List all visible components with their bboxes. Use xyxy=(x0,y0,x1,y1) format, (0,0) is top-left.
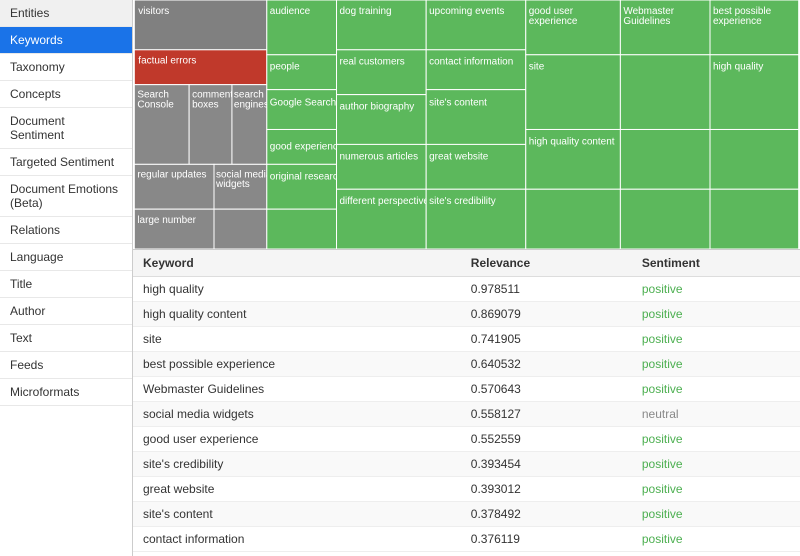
sidebar-item-relations[interactable]: Relations xyxy=(0,217,132,244)
sentiment-cell: positive xyxy=(632,352,800,377)
keyword-cell: Webmaster Guidelines xyxy=(133,377,461,402)
svg-text:site's content: site's content xyxy=(429,98,487,109)
svg-text:good experience: good experience xyxy=(270,141,344,152)
svg-text:Console: Console xyxy=(137,100,174,111)
sentiment-cell: positive xyxy=(632,327,800,352)
svg-text:author biography: author biography xyxy=(340,102,415,113)
table-row: good user experience 0.552559 positive xyxy=(133,427,800,452)
keyword-cell: contact information xyxy=(133,527,461,552)
sentiment-cell: neutral xyxy=(632,402,800,427)
relevance-cell: 0.978511 xyxy=(461,277,632,302)
sentiment-cell: positive xyxy=(632,502,800,527)
keyword-cell: site's content xyxy=(133,502,461,527)
relevance-cell: 0.570643 xyxy=(461,377,632,402)
sentiment-cell: positive xyxy=(632,477,800,502)
sentiment-cell: positive xyxy=(632,277,800,302)
relevance-cell: 0.378492 xyxy=(461,502,632,527)
keyword-cell: high quality content xyxy=(133,302,461,327)
sidebar-item-entities[interactable]: Entities xyxy=(0,0,132,27)
relevance-cell: 0.393454 xyxy=(461,452,632,477)
svg-text:large number: large number xyxy=(137,215,196,226)
sidebar-item-keywords[interactable]: Keywords xyxy=(0,27,132,54)
sidebar-item-feeds[interactable]: Feeds xyxy=(0,352,132,379)
svg-text:boxes: boxes xyxy=(192,100,219,111)
sidebar-item-targeted-sentiment[interactable]: Targeted Sentiment xyxy=(0,149,132,176)
svg-text:high quality: high quality xyxy=(713,62,763,73)
svg-text:audience: audience xyxy=(270,6,311,17)
sidebar-item-title[interactable]: Title xyxy=(0,271,132,298)
table-row: site's content 0.378492 positive xyxy=(133,502,800,527)
table-row: great website 0.393012 positive xyxy=(133,477,800,502)
sentiment-cell: positive xyxy=(632,302,800,327)
svg-text:Google Search: Google Search xyxy=(270,98,336,109)
table-row: high quality content 0.869079 positive xyxy=(133,302,800,327)
svg-text:site's credibility: site's credibility xyxy=(429,196,496,207)
sidebar-item-microformats[interactable]: Microformats xyxy=(0,379,132,406)
relevance-cell: 0.558127 xyxy=(461,402,632,427)
svg-text:experience: experience xyxy=(529,16,578,27)
svg-text:real customers: real customers xyxy=(340,57,405,68)
svg-text:numerous articles: numerous articles xyxy=(340,151,419,162)
sidebar-item-author[interactable]: Author xyxy=(0,298,132,325)
keyword-cell: site xyxy=(133,327,461,352)
sentiment-cell: positive xyxy=(632,452,800,477)
relevance-cell: 0.741905 xyxy=(461,327,632,352)
svg-text:visitors: visitors xyxy=(138,6,169,17)
svg-text:great website: great website xyxy=(429,151,489,162)
keyword-cell: best possible experience xyxy=(133,352,461,377)
col-header-relevance: Relevance xyxy=(461,250,632,277)
relevance-cell: 0.640532 xyxy=(461,352,632,377)
sidebar: EntitiesKeywordsTaxonomyConceptsDocument… xyxy=(0,0,133,556)
keyword-cell: high quality xyxy=(133,277,461,302)
sidebar-item-text[interactable]: Text xyxy=(0,325,132,352)
table-row: contact information 0.376119 positive xyxy=(133,527,800,552)
sidebar-item-language[interactable]: Language xyxy=(0,244,132,271)
svg-text:original research: original research xyxy=(270,171,344,182)
table-row: site's credibility 0.393454 positive xyxy=(133,452,800,477)
relevance-cell: 0.376119 xyxy=(461,527,632,552)
svg-text:different perspective: different perspective xyxy=(340,196,430,207)
sentiment-cell: positive xyxy=(632,427,800,452)
col-header-sentiment: Sentiment xyxy=(632,250,800,277)
treemap-area: visitors factual errors Search Console c… xyxy=(133,0,800,250)
sentiment-cell: positive xyxy=(632,377,800,402)
col-header-keyword: Keyword xyxy=(133,250,461,277)
keyword-cell: site's credibility xyxy=(133,452,461,477)
svg-text:experience: experience xyxy=(713,16,762,27)
relevance-cell: 0.393012 xyxy=(461,477,632,502)
sidebar-item-taxonomy[interactable]: Taxonomy xyxy=(0,54,132,81)
table-row: best possible experience 0.640532 positi… xyxy=(133,352,800,377)
keyword-cell: great website xyxy=(133,477,461,502)
svg-text:contact information: contact information xyxy=(429,57,513,68)
svg-text:factual errors: factual errors xyxy=(138,56,196,67)
table-row: high quality 0.978511 positive xyxy=(133,277,800,302)
keyword-cell: good user experience xyxy=(133,427,461,452)
relevance-cell: 0.552559 xyxy=(461,427,632,452)
svg-text:upcoming events: upcoming events xyxy=(429,6,504,17)
table-row: Webmaster Guidelines 0.570643 positive xyxy=(133,377,800,402)
sidebar-item-document-sentiment[interactable]: Document Sentiment xyxy=(0,108,132,149)
keywords-table: Keyword Relevance Sentiment high quality… xyxy=(133,250,800,552)
sidebar-item-document-emotions-beta[interactable]: Document Emotions (Beta) xyxy=(0,176,132,217)
svg-text:engines: engines xyxy=(234,100,269,111)
svg-text:site: site xyxy=(529,62,545,73)
svg-text:high quality content: high quality content xyxy=(529,136,615,147)
main-content: visitors factual errors Search Console c… xyxy=(133,0,800,556)
table-row: site 0.741905 positive xyxy=(133,327,800,352)
svg-text:widgets: widgets xyxy=(215,179,250,190)
sidebar-item-concepts[interactable]: Concepts xyxy=(0,81,132,108)
sentiment-cell: positive xyxy=(632,527,800,552)
keyword-cell: social media widgets xyxy=(133,402,461,427)
table-area: Keyword Relevance Sentiment high quality… xyxy=(133,250,800,556)
svg-text:Guidelines: Guidelines xyxy=(623,16,670,27)
svg-text:people: people xyxy=(270,62,300,73)
table-row: social media widgets 0.558127 neutral xyxy=(133,402,800,427)
svg-text:regular updates: regular updates xyxy=(137,169,206,180)
relevance-cell: 0.869079 xyxy=(461,302,632,327)
svg-text:dog training: dog training xyxy=(340,6,392,17)
